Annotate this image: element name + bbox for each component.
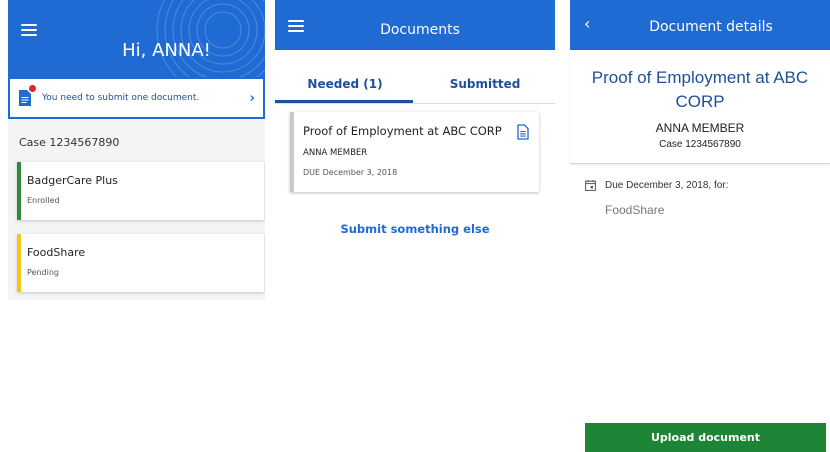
- document-alert-icon: [18, 85, 36, 107]
- notice-text: You need to submit one document.: [42, 93, 200, 103]
- status-bar: [17, 162, 21, 220]
- home-screen: Hi, ANNA! You need to submit one documen…: [8, 0, 265, 300]
- upload-document-button[interactable]: Upload document: [585, 423, 826, 452]
- document-title: Proof of Employment at ABC CORP: [303, 124, 502, 138]
- member-name: ANNA MEMBER: [303, 148, 368, 158]
- status-bar: [17, 234, 21, 292]
- program-name: BadgerCare Plus: [27, 174, 118, 187]
- tab-submitted[interactable]: Submitted: [415, 60, 555, 104]
- due-date: Due December 3, 2018, for:: [605, 180, 729, 191]
- program-status: Enrolled: [27, 196, 60, 205]
- submit-document-notice[interactable]: You need to submit one document. ›: [8, 77, 265, 119]
- program-card-badgercare[interactable]: BadgerCare Plus Enrolled: [17, 162, 264, 220]
- card-accent: [290, 112, 294, 192]
- chevron-right-icon: ›: [249, 90, 255, 106]
- details-header: ‹ Document details: [570, 0, 830, 50]
- program-name: FoodShare: [27, 246, 86, 259]
- greeting: Hi, ANNA!: [122, 40, 211, 61]
- document-icon: [517, 124, 529, 140]
- calendar-icon: [585, 180, 596, 191]
- page-title: Documents: [380, 22, 460, 38]
- documents-header: Documents: [275, 0, 555, 50]
- case-number: Case 1234567890: [19, 136, 120, 149]
- program-name: FoodShare: [605, 203, 665, 217]
- document-title: Proof of Employment at ABC CORP: [591, 68, 809, 111]
- document-tabs: Needed (1) Submitted: [275, 60, 555, 104]
- member-name: ANNA MEMBER: [655, 121, 745, 135]
- documents-screen: Documents Needed (1) Submitted Proof of …: [275, 0, 555, 260]
- tab-divider: [275, 103, 555, 104]
- program-card-foodshare[interactable]: FoodShare Pending: [17, 234, 264, 292]
- submit-something-else-link[interactable]: Submit something else: [275, 222, 555, 236]
- document-summary: Proof of Employment at ABC CORP ANNA MEM…: [570, 50, 830, 164]
- document-details-screen: ‹ Document details Proof of Employment a…: [570, 0, 830, 452]
- case-number: Case 1234567890: [659, 139, 741, 150]
- home-header: Hi, ANNA!: [8, 0, 265, 77]
- tab-needed[interactable]: Needed (1): [275, 60, 415, 104]
- program-status: Pending: [27, 268, 59, 277]
- decorative-rings: [156, 0, 265, 77]
- document-card[interactable]: Proof of Employment at ABC CORP ANNA MEM…: [290, 112, 539, 192]
- due-date: DUE December 3, 2018: [303, 168, 398, 177]
- page-title: Document details: [649, 19, 773, 35]
- menu-icon[interactable]: [21, 24, 37, 36]
